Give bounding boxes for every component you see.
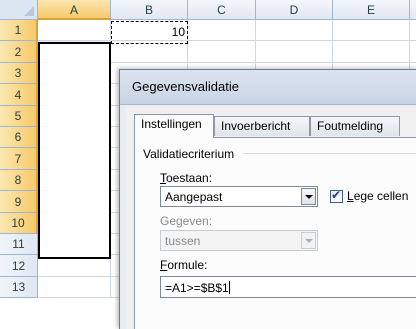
checkmark-icon: ✔: [331, 188, 342, 202]
selected-range-a1-a10: [38, 42, 111, 259]
row-header-5[interactable]: 5: [0, 106, 38, 127]
row-header-13[interactable]: 13: [0, 277, 38, 298]
row-header-2[interactable]: 2: [0, 41, 38, 63]
row-header-4[interactable]: 4: [0, 84, 38, 106]
ignore-blank-label[interactable]: Lege cellen: [347, 189, 408, 203]
cell-a1[interactable]: [38, 20, 111, 41]
row-header-1[interactable]: 1: [0, 20, 38, 41]
section-label: Validatiecriterium: [143, 147, 235, 161]
ignore-blank-rest: ege cellen: [353, 189, 409, 203]
cell-f2[interactable]: [410, 41, 416, 63]
formula-input[interactable]: =A1>=$B$1: [160, 276, 416, 298]
row-header-7[interactable]: 7: [0, 148, 38, 170]
formula-label-rest: ormule:: [167, 258, 208, 272]
allow-label: Toestaan:: [160, 171, 212, 185]
cell-b2[interactable]: [111, 41, 188, 63]
select-all-corner[interactable]: [0, 0, 38, 20]
allow-select-value: Aangepast: [165, 190, 223, 204]
cell-c1[interactable]: [188, 20, 256, 41]
data-label: Gegeven:: [160, 214, 213, 228]
cell-e1[interactable]: [333, 20, 410, 41]
column-header-f[interactable]: [410, 0, 416, 20]
cell-e2[interactable]: [333, 41, 410, 63]
data-select: tussen: [160, 230, 318, 251]
data-validation-dialog: Gegevensvalidatie Instellingen Invoerber…: [119, 69, 416, 329]
row-header-11[interactable]: 11: [0, 234, 38, 255]
cell-a13[interactable]: [38, 277, 111, 298]
dialog-title: Gegevensvalidatie: [132, 79, 239, 94]
row-header-3[interactable]: 3: [0, 63, 38, 84]
chevron-down-icon: [305, 195, 313, 199]
row-header-9[interactable]: 9: [0, 191, 38, 213]
allow-label-rest: oestaan:: [166, 171, 213, 185]
tab-instellingen[interactable]: Instellingen: [134, 114, 214, 138]
data-select-value: tussen: [165, 234, 201, 248]
settings-panel: Validatiecriterium Toestaan: Aangepast ✔…: [134, 137, 416, 329]
allow-dropdown-button[interactable]: [301, 188, 316, 205]
section-divider: [243, 153, 416, 154]
cell-c2[interactable]: [188, 41, 256, 63]
row-header-6[interactable]: 6: [0, 127, 38, 148]
column-header-d[interactable]: D: [256, 0, 333, 20]
text-caret: [228, 281, 230, 294]
cell-d1[interactable]: [256, 20, 333, 41]
allow-select[interactable]: Aangepast: [160, 186, 318, 207]
row-header-10[interactable]: 10: [0, 213, 38, 234]
tab-invoerbericht[interactable]: Invoerbericht: [214, 116, 310, 136]
formula-text: =A1>=$B$1: [165, 281, 229, 295]
tab-label: Invoerbericht: [221, 119, 291, 133]
tab-label: Foutmelding: [317, 119, 384, 133]
column-header-e[interactable]: E: [333, 0, 410, 20]
dialog-titlebar[interactable]: Gegevensvalidatie: [120, 70, 416, 105]
row-header-8[interactable]: 8: [0, 170, 38, 191]
cell-d2[interactable]: [256, 41, 333, 63]
cell-f1[interactable]: [410, 20, 416, 41]
column-header-a[interactable]: A: [38, 0, 111, 20]
formula-label: Formule:: [160, 258, 207, 272]
tab-label: Instellingen: [141, 117, 202, 131]
ignore-blank-checkbox[interactable]: ✔: [330, 188, 343, 203]
dialog-body: Instellingen Invoerbericht Foutmelding V…: [126, 106, 416, 329]
select-all-triangle-icon: [24, 6, 34, 16]
ignore-blank-mnemonic: L: [347, 189, 354, 203]
chevron-down-icon: [305, 239, 313, 243]
row-header-12[interactable]: 12: [0, 255, 38, 277]
formula-input-value: =A1>=$B$1: [165, 281, 230, 295]
cell-b1-value[interactable]: 10: [111, 25, 185, 39]
data-dropdown-button: [301, 232, 316, 249]
column-header-c[interactable]: C: [188, 0, 256, 20]
column-header-b[interactable]: B: [111, 0, 188, 20]
tab-foutmelding[interactable]: Foutmelding: [310, 116, 400, 136]
